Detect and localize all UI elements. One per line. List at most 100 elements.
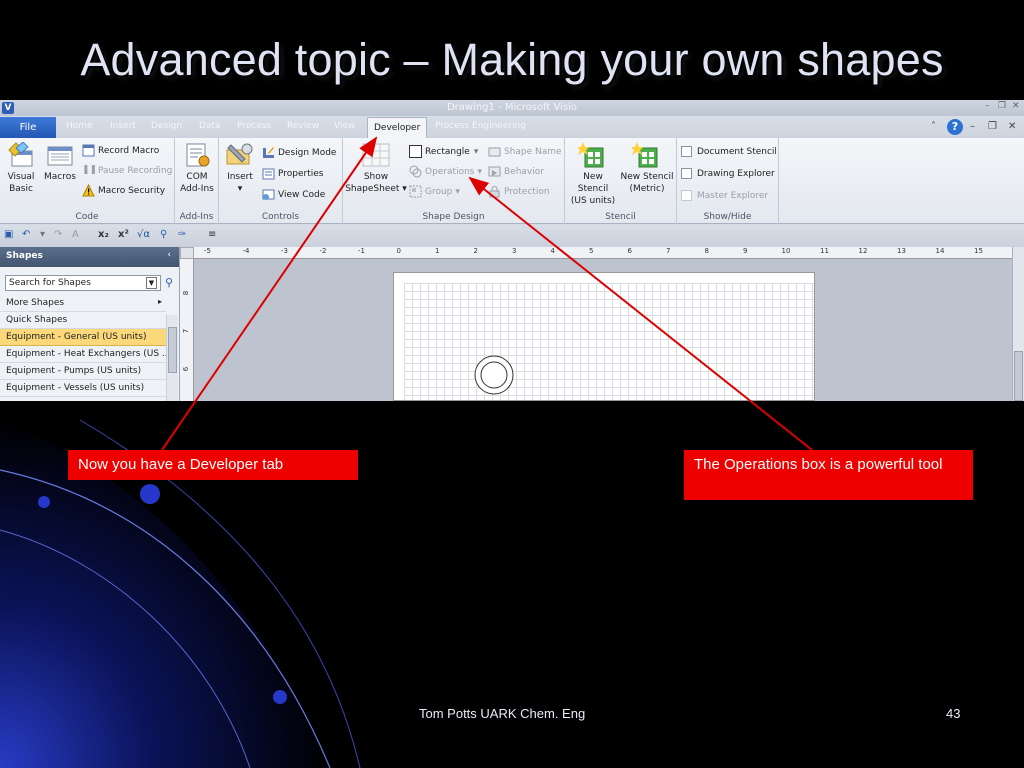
shapes-search-input[interactable]: Search for Shapes ▼: [5, 275, 161, 291]
stencil-item[interactable]: Equipment - Vessels (US units): [0, 380, 166, 397]
rectangle-dropdown-icon: ▾: [473, 146, 479, 157]
shapes-panel-scrollbar[interactable]: [166, 315, 178, 401]
collapse-ribbon-icon[interactable]: ˄: [931, 121, 936, 132]
tab-file[interactable]: File: [0, 117, 56, 138]
visual-basic-button[interactable]: Visual Basic: [4, 142, 38, 195]
show-shapesheet-label-2: ShapeSheet: [345, 184, 400, 194]
behavior-label: Behavior: [504, 166, 544, 177]
insert-dropdown-icon: ▾: [237, 184, 243, 194]
ruler-tick-label: 12: [858, 247, 868, 255]
ruler-tick-label: 6: [627, 247, 632, 255]
minimize-icon[interactable]: –: [985, 101, 990, 111]
undo-icon[interactable]: ↶: [22, 229, 30, 240]
tools-icon: [226, 143, 253, 165]
stencil-item-selected[interactable]: Equipment - General (US units): [0, 329, 166, 346]
master-explorer-checkbox[interactable]: Master Explorer: [681, 190, 768, 201]
group-label: Group: [425, 186, 453, 197]
rectangle-label: Rectangle: [425, 146, 470, 157]
design-mode-button[interactable]: Design Mode: [262, 146, 336, 159]
macros-label: Macros: [44, 172, 76, 182]
rectangle-icon: [409, 145, 422, 158]
new-stencil-us-label-1: New Stencil: [577, 172, 609, 194]
new-stencil-metric-button[interactable]: New Stencil (Metric): [620, 142, 674, 195]
drawing-explorer-checkbox[interactable]: Drawing Explorer: [681, 168, 775, 179]
document-stencil-label: Document Stencil: [697, 146, 777, 157]
equation-icon[interactable]: √α: [137, 229, 150, 240]
horizontal-ruler: -5 -4 -3 -2 -1 0 1 2 3 4 5 6 7 8 9 10 11 12 13 14 15: [194, 247, 1024, 259]
record-macro-label: Record Macro: [98, 145, 160, 156]
document-stencil-check[interactable]: [681, 146, 692, 157]
tab-data[interactable]: Data: [199, 121, 221, 131]
tab-view[interactable]: View: [334, 121, 355, 131]
tab-design[interactable]: Design: [151, 121, 182, 131]
tab-insert[interactable]: Insert: [110, 121, 136, 131]
doc-close-icon[interactable]: ✕: [1008, 121, 1016, 132]
com-addins-button[interactable]: COM Add-Ins: [178, 142, 216, 195]
vertical-ruler: 8 7 6: [180, 259, 194, 401]
close-icon[interactable]: ✕: [1012, 101, 1020, 111]
format-painter-icon[interactable]: ✑: [178, 229, 186, 240]
macros-button[interactable]: Macros: [42, 142, 78, 183]
search-icon[interactable]: ⚲: [165, 276, 173, 289]
stencil-item[interactable]: Equipment - Pumps (US units): [0, 363, 166, 380]
window-titlebar: V Drawing1 - Microsoft Visio – ❐ ✕: [0, 100, 1024, 116]
group-addins: COM Add-Ins Add-Ins: [175, 138, 219, 224]
insert-control-button[interactable]: Insert ▾: [222, 142, 258, 195]
behavior-button[interactable]: Behavior: [488, 165, 544, 178]
visual-basic-label-1: Visual: [7, 172, 35, 182]
zoom-icon[interactable]: ⚲: [160, 229, 167, 240]
properties-button[interactable]: Properties: [262, 167, 323, 180]
canvas-scroll-thumb[interactable]: [1014, 351, 1023, 401]
master-explorer-check[interactable]: [681, 190, 692, 201]
view-code-button[interactable]: View Code: [262, 188, 325, 201]
font-size-icon[interactable]: A: [72, 229, 79, 240]
more-shapes-item[interactable]: More Shapes ▸: [0, 295, 166, 312]
group-show-hide-label: Show/Hide: [703, 212, 752, 222]
new-stencil-us-button[interactable]: New Stencil (US units): [567, 142, 619, 207]
ruler-tick-label: 2: [473, 247, 478, 255]
help-icon[interactable]: ?: [947, 119, 963, 135]
rectangle-button[interactable]: Rectangle ▾: [409, 145, 478, 158]
new-stencil-metric-icon: [632, 142, 658, 168]
shapes-panel-header: Shapes ‹: [0, 247, 179, 267]
properties-label: Properties: [278, 168, 324, 179]
pause-recording-button[interactable]: ❚❚ Pause Recording: [82, 164, 172, 177]
restore-icon[interactable]: ❐: [998, 101, 1006, 111]
subscript-icon[interactable]: x₂: [98, 229, 109, 240]
tab-home[interactable]: Home: [66, 121, 93, 131]
doc-restore-icon[interactable]: ❐: [988, 121, 997, 132]
stencil-item[interactable]: Quick Shapes: [0, 312, 166, 329]
drawing-explorer-label: Drawing Explorer: [697, 168, 775, 179]
group-stencil-label: Stencil: [605, 212, 636, 222]
record-macro-button[interactable]: Record Macro: [82, 144, 159, 157]
group-code: Visual Basic Macros Record Macro ❚❚ Paus…: [0, 138, 175, 224]
search-dropdown-icon[interactable]: ▼: [146, 277, 157, 289]
shapes-panel-scroll-thumb[interactable]: [168, 327, 177, 373]
drawing-page[interactable]: [393, 272, 815, 401]
tab-review[interactable]: Review: [287, 121, 319, 131]
save-icon[interactable]: ▣: [4, 229, 13, 240]
customize-qat-icon[interactable]: ≡: [208, 229, 216, 240]
tab-process[interactable]: Process: [237, 121, 271, 131]
show-shapesheet-button[interactable]: Show ShapeSheet ▾: [345, 142, 407, 195]
shapesheet-dropdown-icon: ▾: [402, 184, 407, 194]
document-stencil-checkbox[interactable]: Document Stencil: [681, 146, 777, 157]
operations-button[interactable]: Operations ▾: [409, 165, 482, 178]
group-button[interactable]: Group ▾: [409, 185, 460, 198]
doc-minimize-icon[interactable]: –: [970, 121, 975, 132]
shape-name-button[interactable]: Shape Name: [488, 145, 562, 158]
undo-dropdown-icon[interactable]: ▾: [40, 229, 45, 240]
canvas-scrollbar[interactable]: [1012, 247, 1024, 401]
protection-button[interactable]: Protection: [488, 185, 550, 198]
stencil-item[interactable]: Equipment - Heat Exchangers (US ...: [0, 346, 166, 363]
collapse-panel-icon[interactable]: ‹: [167, 250, 171, 260]
page-margin-left: [394, 273, 404, 400]
redo-icon[interactable]: ↷: [54, 229, 62, 240]
tab-process-engineering[interactable]: Process Engineering: [435, 121, 526, 131]
circle-shape[interactable]: [473, 354, 515, 396]
macro-security-button[interactable]: Macro Security: [82, 184, 165, 197]
drawing-explorer-check[interactable]: [681, 168, 692, 179]
com-label-1: COM: [186, 172, 208, 182]
superscript-icon[interactable]: x²: [118, 229, 129, 240]
tab-developer[interactable]: Developer: [367, 117, 428, 139]
